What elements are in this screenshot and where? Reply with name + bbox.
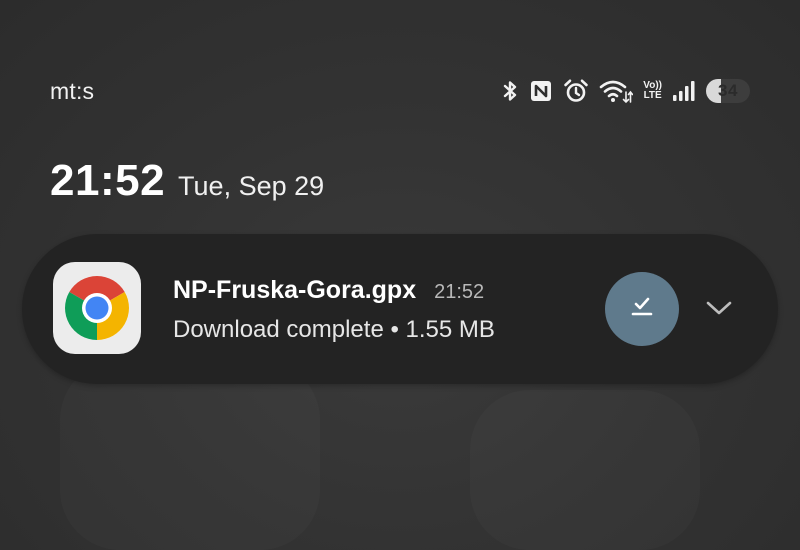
download-notification[interactable]: NP-Fruska-Gora.gpx 21:52 Download comple… xyxy=(22,234,778,384)
nfc-icon xyxy=(529,79,553,103)
clock-date: Tue, Sep 29 xyxy=(178,171,325,201)
chrome-icon xyxy=(53,262,141,354)
alarm-icon xyxy=(563,78,589,104)
signal-icon xyxy=(672,79,696,103)
volte-label-bottom: LTE xyxy=(643,90,662,101)
open-download-button[interactable] xyxy=(605,272,679,346)
notification-time: 21:52 xyxy=(434,281,485,303)
bluetooth-icon xyxy=(501,79,519,103)
wallpaper-shape xyxy=(470,390,700,550)
chevron-down-icon xyxy=(705,299,733,322)
download-done-icon xyxy=(629,294,655,325)
volte-icon: Vo)) LTE xyxy=(643,81,662,101)
notification-header: NP-Fruska-Gora.gpx 21:52 xyxy=(173,276,484,305)
carrier-name: mt:s xyxy=(50,78,95,104)
notification-body: Download complete • 1.55 MB xyxy=(173,316,495,343)
wifi-icon xyxy=(599,78,634,104)
battery-percent: 34 xyxy=(718,81,738,100)
expand-notification-button[interactable] xyxy=(699,290,739,330)
wallpaper-shape xyxy=(60,360,320,550)
clock-time: 21:52 xyxy=(50,156,166,205)
battery-icon: 34 xyxy=(706,79,750,103)
notification-title: NP-Fruska-Gora.gpx xyxy=(173,276,417,304)
status-icons: Vo)) LTE 34 xyxy=(501,76,750,106)
lockscreen-clock: 21:52 Tue, Sep 29 xyxy=(50,156,324,206)
